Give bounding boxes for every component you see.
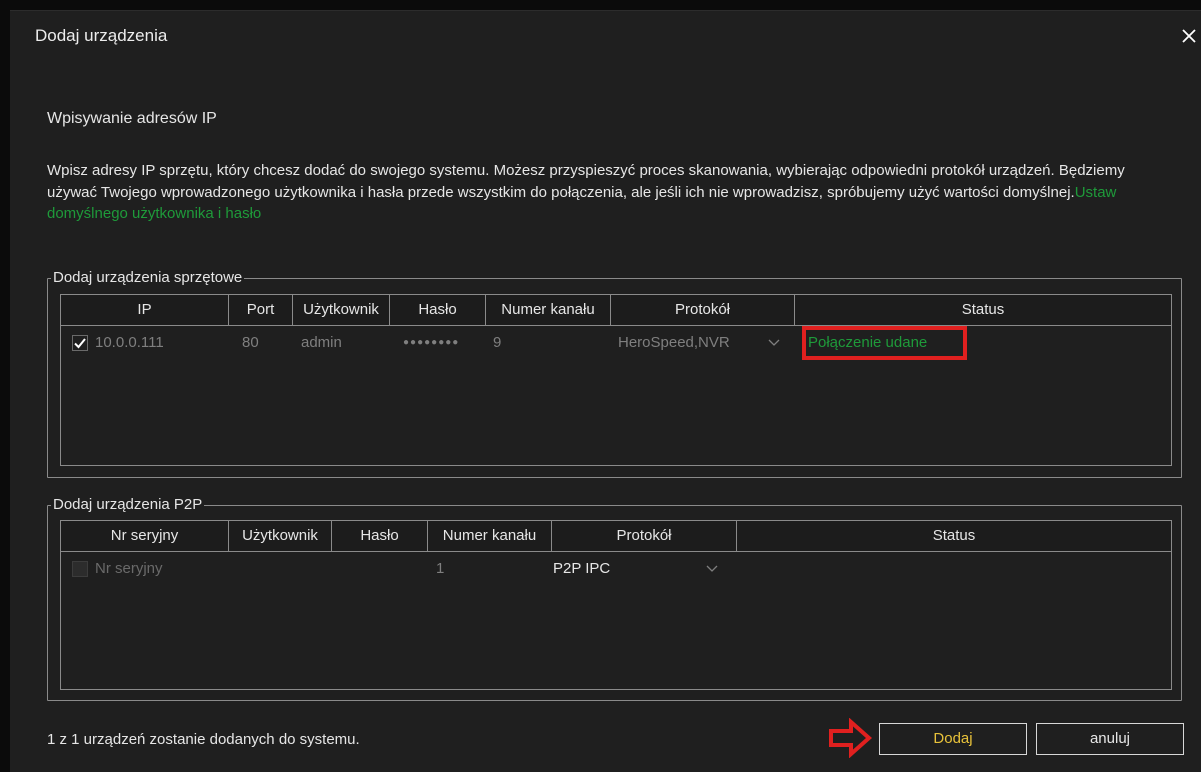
section-heading: Wpisywanie adresów IP xyxy=(47,110,217,127)
serial-number-field[interactable]: Nr seryjny xyxy=(95,552,163,586)
password-field[interactable]: ●●●●●●●● xyxy=(403,326,459,360)
column-header-ip[interactable]: IP xyxy=(61,295,229,325)
hardware-devices-legend: Dodaj urządzenia sprzętowe xyxy=(53,269,243,286)
protocol-select[interactable]: HeroSpeed,NVR xyxy=(618,326,788,360)
hardware-devices-table: IP Port Użytkownik Hasło Numer kanału Pr… xyxy=(60,294,1172,466)
column-header-status[interactable]: Status xyxy=(737,521,1171,551)
column-header-channels[interactable]: Numer kanału xyxy=(428,521,552,551)
column-header-serial[interactable]: Nr seryjny xyxy=(61,521,229,551)
port-field[interactable]: 80 xyxy=(242,326,259,360)
channels-field[interactable]: 1 xyxy=(436,552,444,586)
instructions-text: Wpisz adresy IP sprzętu, który chcesz do… xyxy=(47,160,1177,225)
row-checkbox[interactable] xyxy=(72,561,88,577)
instructions-body: Wpisz adresy IP sprzętu, który chcesz do… xyxy=(47,162,1125,201)
column-header-protocol[interactable]: Protokół xyxy=(611,295,795,325)
close-button[interactable] xyxy=(1177,24,1201,48)
p2p-devices-legend: Dodaj urządzenia P2P xyxy=(53,496,203,513)
dialog-title: Dodaj urządzenia xyxy=(35,26,168,45)
column-header-port[interactable]: Port xyxy=(229,295,293,325)
chevron-down-icon xyxy=(768,339,780,346)
channels-field[interactable]: 9 xyxy=(493,326,501,360)
column-header-protocol[interactable]: Protokół xyxy=(552,521,737,551)
title-bar: Dodaj urządzenia xyxy=(10,11,1201,61)
add-devices-dialog: Dodaj urządzenia Wpisywanie adresów IP W… xyxy=(10,10,1201,772)
p2p-devices-table: Nr seryjny Użytkownik Hasło Numer kanału… xyxy=(60,520,1172,690)
column-header-channels[interactable]: Numer kanału xyxy=(486,295,611,325)
user-field[interactable]: admin xyxy=(301,326,342,360)
row-checkbox[interactable] xyxy=(72,335,88,351)
table-row[interactable]: Nr seryjny 1 P2P IPC xyxy=(61,552,1171,586)
table-header: Nr seryjny Użytkownik Hasło Numer kanału… xyxy=(61,521,1171,552)
column-header-user[interactable]: Użytkownik xyxy=(229,521,332,551)
protocol-value: P2P IPC xyxy=(553,560,611,577)
column-header-password[interactable]: Hasło xyxy=(332,521,428,551)
protocol-value: HeroSpeed,NVR xyxy=(618,334,730,351)
checkmark-icon xyxy=(74,338,86,349)
arrow-right-annotation-icon xyxy=(829,718,873,758)
cancel-button[interactable]: anuluj xyxy=(1036,723,1184,755)
chevron-down-icon xyxy=(706,565,718,572)
protocol-select[interactable]: P2P IPC xyxy=(553,552,728,586)
table-header: IP Port Użytkownik Hasło Numer kanału Pr… xyxy=(61,295,1171,326)
add-button[interactable]: Dodaj xyxy=(879,723,1027,755)
column-header-status[interactable]: Status xyxy=(795,295,1171,325)
ip-field[interactable]: 10.0.0.111 xyxy=(95,326,164,360)
column-header-password[interactable]: Hasło xyxy=(390,295,486,325)
table-row[interactable]: 10.0.0.111 80 admin ●●●●●●●● 9 HeroSpeed… xyxy=(61,326,1171,360)
column-header-user[interactable]: Użytkownik xyxy=(293,295,390,325)
devices-summary: 1 z 1 urządzeń zostanie dodanych do syst… xyxy=(47,731,360,748)
close-icon xyxy=(1182,29,1196,43)
status-highlight-annotation xyxy=(802,326,967,360)
